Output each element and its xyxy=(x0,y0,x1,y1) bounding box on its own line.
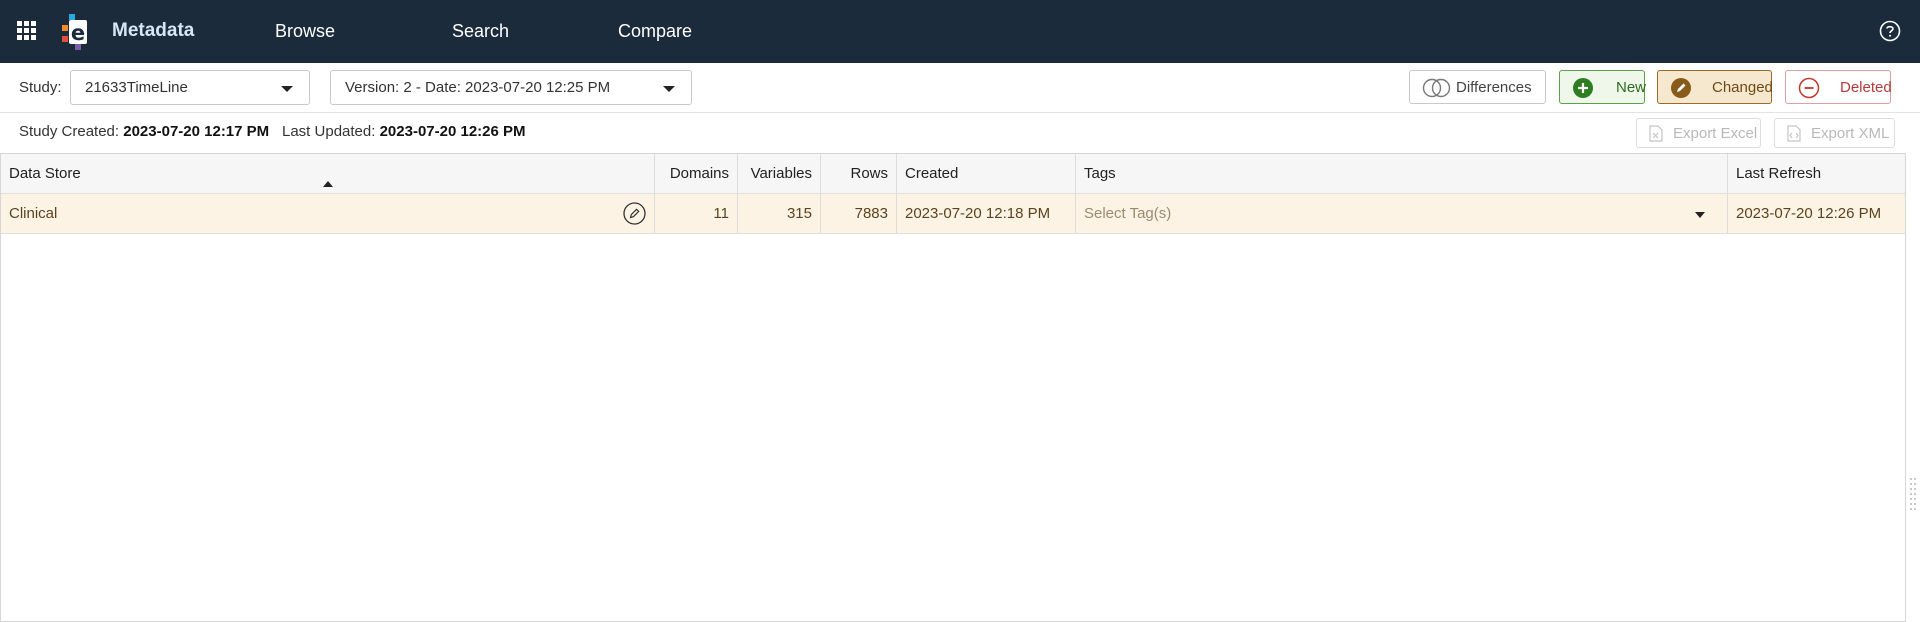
last-updated-value: 2023-07-20 12:26 PM xyxy=(379,123,526,140)
column-header-data-store[interactable]: Data Store xyxy=(1,154,655,193)
last-updated-label: Last Updated: xyxy=(282,123,376,140)
study-created-label: Study Created: xyxy=(19,123,120,140)
cell-created: 2023-07-20 12:18 PM xyxy=(897,194,1076,233)
study-info-row: Study Created: 2023-07-20 12:17 PM Last … xyxy=(0,113,1920,153)
file-excel-icon xyxy=(1649,125,1663,142)
column-header-tags[interactable]: Tags xyxy=(1076,154,1728,193)
nav-search[interactable]: Search xyxy=(452,21,509,42)
column-header-created[interactable]: Created xyxy=(897,154,1076,193)
deleted-filter-button[interactable]: Deleted xyxy=(1785,70,1892,104)
study-label: Study: xyxy=(19,79,62,96)
changed-label: Changed xyxy=(1712,79,1773,96)
cell-domains: 11 xyxy=(655,194,738,233)
column-header-variables[interactable]: Variables xyxy=(738,154,821,193)
column-header-rows[interactable]: Rows xyxy=(821,154,897,193)
minus-circle-icon xyxy=(1798,77,1820,99)
help-icon[interactable] xyxy=(1879,20,1901,42)
export-xml-button[interactable]: Export XML xyxy=(1774,118,1895,148)
grid-header-row: Data Store Domains Variables Rows Create… xyxy=(1,154,1905,194)
study-select-value: 21633TimeLine xyxy=(85,79,188,96)
differences-button[interactable]: Differences xyxy=(1409,70,1546,104)
plus-circle-icon xyxy=(1573,78,1593,98)
version-select[interactable]: Version: 2 - Date: 2023-07-20 12:25 PM xyxy=(330,70,692,105)
column-header-label: Data Store xyxy=(9,165,81,182)
svg-text:e: e xyxy=(71,21,85,45)
export-xml-label: Export XML xyxy=(1811,125,1890,142)
version-select-value: Version: 2 - Date: 2023-07-20 12:25 PM xyxy=(345,79,611,96)
changed-filter-button[interactable]: Changed xyxy=(1657,70,1773,104)
tags-select[interactable]: Select Tag(s) xyxy=(1076,194,1728,233)
last-updated: Last Updated: 2023-07-20 12:26 PM xyxy=(282,123,526,140)
file-xml-icon xyxy=(1787,125,1801,142)
cell-rows: 7883 xyxy=(821,194,897,233)
tags-placeholder: Select Tag(s) xyxy=(1084,205,1172,222)
chevron-down-icon xyxy=(663,86,675,92)
cell-data-store: Clinical xyxy=(1,194,655,233)
sort-ascending-icon xyxy=(323,181,333,187)
chevron-down-icon xyxy=(1695,212,1705,218)
chevron-down-icon xyxy=(281,86,293,92)
data-store-grid: Data Store Domains Variables Rows Create… xyxy=(0,153,1906,622)
differences-icon xyxy=(1422,78,1451,98)
nav-compare[interactable]: Compare xyxy=(618,21,692,42)
study-select[interactable]: 21633TimeLine xyxy=(70,70,310,105)
column-header-domains[interactable]: Domains xyxy=(655,154,738,193)
study-created-value: 2023-07-20 12:17 PM xyxy=(123,123,270,140)
cell-variables: 315 xyxy=(738,194,821,233)
nav-browse[interactable]: Browse xyxy=(275,21,335,42)
top-nav-bar: e Metadata Browse Search Compare xyxy=(0,0,1920,63)
app-logo-icon: e xyxy=(62,14,87,50)
column-header-last-refresh[interactable]: Last Refresh xyxy=(1728,154,1905,193)
differences-label: Differences xyxy=(1456,79,1532,96)
table-row[interactable]: Clinical 11 315 7883 2023-07-20 12:18 PM… xyxy=(1,194,1905,234)
app-grid-icon[interactable] xyxy=(17,21,36,40)
resize-handle[interactable] xyxy=(1910,478,1916,514)
study-created: Study Created: 2023-07-20 12:17 PM xyxy=(19,123,269,140)
new-filter-button[interactable]: New xyxy=(1559,70,1647,104)
data-store-name: Clinical xyxy=(9,205,58,222)
app-name[interactable]: Metadata xyxy=(112,20,194,42)
export-excel-label: Export Excel xyxy=(1673,125,1758,142)
study-toolbar: Study: 21633TimeLine Version: 2 - Date: … xyxy=(0,63,1920,113)
deleted-label: Deleted xyxy=(1840,79,1892,96)
pencil-circle-icon xyxy=(1671,78,1691,98)
new-label: New xyxy=(1616,79,1647,96)
export-excel-button[interactable]: Export Excel xyxy=(1636,118,1761,148)
edit-icon[interactable] xyxy=(623,202,646,225)
cell-last-refresh: 2023-07-20 12:26 PM xyxy=(1736,205,1882,222)
